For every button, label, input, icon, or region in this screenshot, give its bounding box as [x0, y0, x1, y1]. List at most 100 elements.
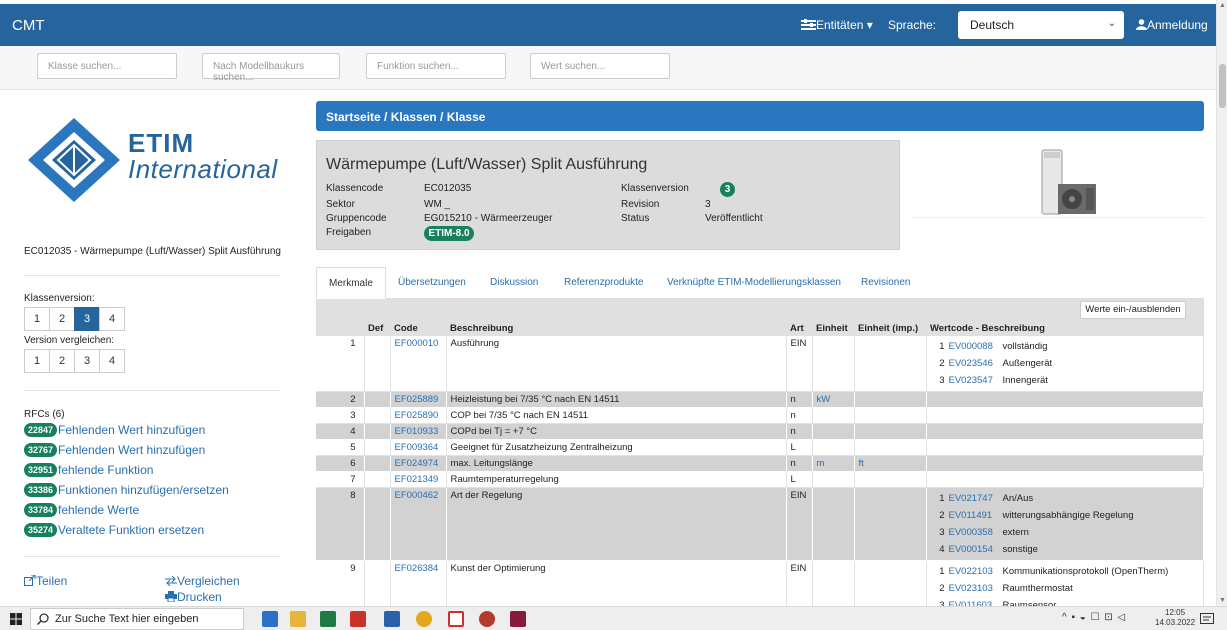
feature-code-link[interactable]: EF025889 [395, 394, 439, 405]
page-scrollbar[interactable]: ▲ ▼ [1216, 0, 1227, 606]
value-code-link[interactable]: EV023546 [949, 358, 1003, 369]
value-list-cell [926, 423, 1204, 440]
folder-icon[interactable] [290, 611, 306, 627]
version-3-button[interactable]: 3 [74, 307, 100, 331]
value-code-link[interactable]: EV023103 [949, 583, 1003, 594]
compare-2-button[interactable]: 2 [49, 349, 75, 373]
version-4-button[interactable]: 4 [99, 307, 125, 331]
unit-cell [812, 487, 855, 561]
notification-icon[interactable] [1200, 613, 1214, 625]
version-1-button[interactable]: 1 [24, 307, 50, 331]
value-code-link[interactable]: EV000358 [949, 527, 1003, 538]
value-row: 3 EV023547 Innengerät [931, 372, 1200, 389]
print-label: Drucken [177, 590, 222, 604]
compare-1-button[interactable]: 1 [24, 349, 50, 373]
taskbar-search-input[interactable]: Zur Suche Text hier eingeben [30, 608, 244, 630]
feature-code-cell[interactable]: EF000462 [390, 487, 447, 561]
value-code-link[interactable]: EV023547 [949, 375, 1003, 386]
version-badge: 3 [720, 182, 735, 197]
feature-code-link[interactable]: EF000462 [395, 490, 439, 501]
class-search-input[interactable]: Klasse suchen... [37, 53, 177, 79]
outlook-icon[interactable] [262, 611, 278, 627]
system-tray-icons[interactable]: ^ ▪ ◒ ☐ ⊡ ◁ [1062, 612, 1126, 623]
windows-start-icon[interactable] [10, 613, 22, 625]
table-row[interactable]: 9 EF026384 Kunst der Optimierung EIN 1 EV0221… [316, 560, 1204, 606]
windows-taskbar: Zur Suche Text hier eingeben ^ ▪ ◒ ☐ ⊡ ◁… [0, 606, 1227, 630]
tab-revisionen[interactable]: Revisionen [861, 277, 910, 288]
rfc-link[interactable]: 35274 Veraltete Funktion ersetzen [24, 523, 204, 537]
feature-code-cell[interactable]: EF000010 [390, 336, 447, 392]
print-link[interactable]: Drucken [165, 590, 222, 604]
table-row[interactable]: 7 EF021349 Raumtemperaturregelung L [316, 471, 1204, 488]
compare-link[interactable]: Vergleichen [165, 574, 240, 588]
excel-icon[interactable] [320, 611, 336, 627]
value-code-link[interactable]: EV011491 [949, 510, 1003, 521]
rfc-link[interactable]: 33386 Funktionen hinzufügen/ersetzen [24, 483, 229, 497]
entities-menu[interactable]: Entitäten ▾ [801, 18, 873, 32]
indesign-icon[interactable] [510, 611, 526, 627]
taskbar-clock[interactable]: 12:05 14.03.2022 [1155, 608, 1195, 628]
value-index: 4 [939, 544, 945, 555]
compare-label: Vergleichen [177, 574, 240, 588]
table-row[interactable]: 8 EF000462 Art der Regelung EIN 1 EV021747 An/… [316, 487, 1204, 561]
value-search-input[interactable]: Wert suchen... [530, 53, 670, 79]
word-icon[interactable] [384, 611, 400, 627]
table-row[interactable]: 3 EF025890 COP bei 7/35 °C nach EN 14511 n [316, 407, 1204, 424]
table-row[interactable]: 4 EF010933 COPd bei Tj = +7 °C n [316, 423, 1204, 440]
feature-code-link[interactable]: EF010933 [395, 426, 439, 437]
table-row[interactable]: 5 EF009364 Geeignet für Zusatzheizung Zent… [316, 439, 1204, 456]
feature-code-link[interactable]: EF025890 [395, 410, 439, 421]
value-code-link[interactable]: EV000088 [949, 341, 1003, 352]
table-row[interactable]: 6 EF024974 max. Leitungslänge n m ft [316, 455, 1204, 472]
language-select[interactable]: Deutsch ⌄ [958, 11, 1124, 39]
login-link[interactable]: Anmeldung [1136, 18, 1208, 32]
compare-3-button[interactable]: 3 [74, 349, 100, 373]
rfc-link[interactable]: 22847 Fehlenden Wert hinzufügen [24, 423, 205, 437]
feature-code-link[interactable]: EF026384 [395, 563, 439, 574]
feature-code-cell[interactable]: EF024974 [390, 455, 447, 472]
feature-code-cell[interactable]: EF021349 [390, 471, 447, 488]
feature-code-cell[interactable]: EF025890 [390, 407, 447, 424]
chrome-icon[interactable] [416, 611, 432, 627]
scrollbar-thumb[interactable] [1219, 64, 1226, 108]
notes-icon[interactable] [448, 611, 464, 627]
heat-pump-image [1041, 149, 1096, 215]
rfc-link[interactable]: 33784 fehlende Werte [24, 503, 139, 517]
unit-imperial-cell [854, 439, 927, 456]
table-row[interactable]: 2 EF025889 Heizleistung bei 7/35 °C nach E… [316, 391, 1204, 408]
feature-code-link[interactable]: EF000010 [395, 338, 439, 349]
value-description: Raumthermostat [1002, 583, 1073, 594]
version-2-button[interactable]: 2 [49, 307, 75, 331]
brand-link[interactable]: CMT [12, 17, 45, 34]
toggle-values-button[interactable]: Werte ein-/ausblenden [1080, 301, 1186, 319]
share-link[interactable]: Teilen [24, 574, 67, 588]
value-code-link[interactable]: EV022103 [949, 566, 1003, 577]
tab-referenzprodukte[interactable]: Referenzprodukte [564, 277, 644, 288]
scroll-up-icon[interactable]: ▲ [1219, 2, 1226, 9]
feature-code-cell[interactable]: EF009364 [390, 439, 447, 456]
feature-code-cell[interactable]: EF025889 [390, 391, 447, 408]
tab-uebersetzungen[interactable]: Übersetzungen [398, 277, 466, 288]
app-icon[interactable] [479, 611, 495, 627]
column-header [316, 320, 364, 336]
table-row[interactable]: 1 EF000010 Ausführung EIN 1 EV000088 vollständ… [316, 336, 1204, 392]
rfc-link[interactable]: 32767 Fehlenden Wert hinzufügen [24, 443, 205, 457]
tab-merkmale[interactable]: Merkmale [316, 267, 386, 299]
feature-code-link[interactable]: EF021349 [395, 474, 439, 485]
breadcrumb[interactable]: Startseite / Klassen / Klasse [316, 101, 1204, 131]
feature-code-link[interactable]: EF024974 [395, 458, 439, 469]
tab-modellierungsklassen[interactable]: Verknüpfte ETIM-Modellierungsklassen [667, 277, 841, 288]
model-search-input[interactable]: Nach Modellbaukurs suchen... [202, 53, 340, 83]
feature-description: COPd bei Tj = +7 °C [446, 423, 787, 440]
value-code-link[interactable]: EV000154 [949, 544, 1003, 555]
feature-code-cell[interactable]: EF026384 [390, 560, 447, 606]
feature-code-link[interactable]: EF009364 [395, 442, 439, 453]
function-search-input[interactable]: Funktion suchen... [366, 53, 506, 79]
feature-code-cell[interactable]: EF010933 [390, 423, 447, 440]
rfc-link[interactable]: 32951 fehlende Funktion [24, 463, 153, 477]
compare-4-button[interactable]: 4 [99, 349, 125, 373]
acrobat-icon[interactable] [350, 611, 366, 627]
value-code-link[interactable]: EV021747 [949, 493, 1003, 504]
tab-diskussion[interactable]: Diskussion [490, 277, 538, 288]
scroll-down-icon[interactable]: ▼ [1219, 597, 1226, 604]
